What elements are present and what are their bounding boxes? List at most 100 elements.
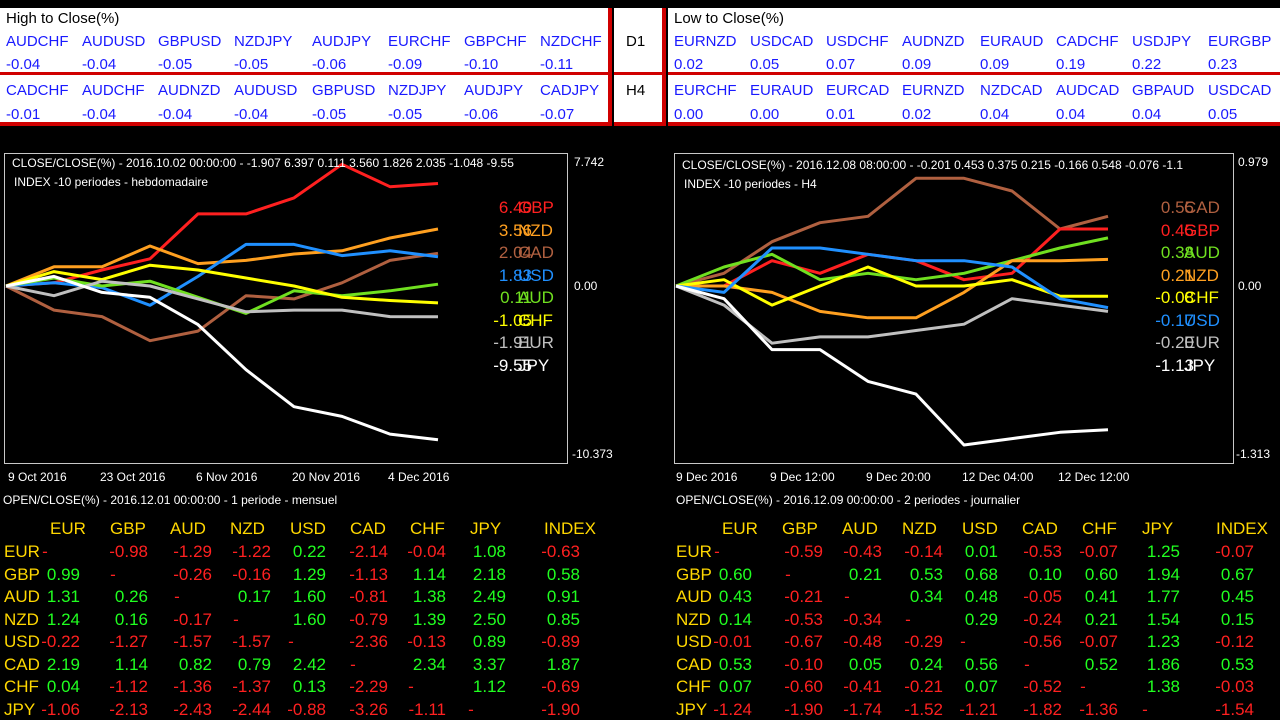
table-cell: 0.21 — [1084, 609, 1118, 629]
table-column-header-gbp: GBP — [110, 519, 146, 538]
table-cell: 0.04 — [46, 677, 80, 696]
table-cell: 0.53 — [1220, 654, 1254, 674]
table-cell: 0.89 — [472, 632, 506, 651]
table-cell: -0.07 — [1215, 542, 1254, 561]
table-cell: - — [1142, 699, 1148, 719]
table-cell: 0.41 — [1084, 587, 1118, 606]
table-cell: -0.69 — [541, 677, 580, 696]
table-cell: -0.41 — [843, 677, 882, 696]
table-cell: -0.12 — [1215, 632, 1254, 651]
table-cell: -1.06 — [41, 699, 80, 719]
table-cell: 2.18 — [472, 564, 506, 584]
table-column-header-usd: USD — [962, 519, 998, 538]
x-axis-date-label: 9 Dec 20:00 — [866, 470, 931, 484]
table-cell: 0.14 — [718, 609, 752, 629]
table-cell: 0.53 — [718, 654, 752, 674]
table-cell: 0.91 — [546, 587, 580, 606]
table-cell: 2.49 — [472, 587, 506, 606]
table-cell: 0.67 — [1220, 564, 1254, 584]
table-cell: - — [844, 587, 850, 606]
table-cell: 1.12 — [472, 677, 506, 696]
table-column-header-aud: AUD — [170, 519, 206, 538]
table-cell: -0.63 — [541, 542, 580, 561]
legend-currency-gbp: GBP — [1184, 220, 1220, 240]
table-cell: 0.52 — [1084, 654, 1118, 674]
table-cell: 1.60 — [292, 587, 326, 606]
table-column-header-eur: EUR — [50, 519, 86, 538]
table-cell: 1.14 — [114, 654, 148, 674]
table-cell: 0.48 — [964, 587, 998, 606]
table-cell: -1.21 — [959, 699, 998, 719]
table-cell: 1.29 — [292, 564, 326, 584]
table-cell: - — [960, 632, 966, 651]
table-cell: 0.58 — [546, 564, 580, 584]
x-axis-date-label: 12 Dec 12:00 — [1058, 470, 1130, 484]
table-monthly-caption: OPEN/CLOSE(%) - 2016.12.01 00:00:00 - 1 … — [3, 493, 338, 507]
table-daily-caption: OPEN/CLOSE(%) - 2016.12.09 00:00:00 - 2 … — [676, 493, 1021, 507]
table-cell: - — [714, 542, 720, 561]
series-line-jpy — [675, 284, 1109, 447]
table-cell: -0.89 — [541, 632, 580, 651]
table-column-header-usd: USD — [290, 519, 326, 538]
chart-h4-scale-zero: 0.00 — [1238, 279, 1262, 293]
table-cell: -0.88 — [287, 699, 326, 719]
table-cell: -1.27 — [109, 632, 148, 651]
table-column-header-jpy: JPY — [1142, 519, 1174, 538]
table-cell: 0.60 — [718, 564, 752, 584]
table-cell: -0.22 — [41, 632, 80, 651]
table-cell: 1.87 — [546, 654, 580, 674]
table-column-header-chf: CHF — [1082, 519, 1117, 538]
table-cell: -1.36 — [1079, 699, 1118, 719]
table-cell: 0.26 — [114, 587, 148, 606]
table-cell: -1.24 — [713, 699, 752, 719]
table-cell: 0.22 — [292, 542, 326, 561]
series-line-cad — [675, 176, 1109, 288]
table-cell: 0.07 — [964, 677, 998, 696]
table-cell: -0.03 — [1215, 677, 1254, 696]
table-cell: -0.01 — [713, 632, 752, 651]
legend-currency-nzd: NZD — [1184, 265, 1219, 285]
table-column-header-cad: CAD — [350, 519, 386, 538]
x-axis-date-label: 12 Dec 04:00 — [962, 470, 1034, 484]
legend-currency-usd: USD — [1184, 310, 1220, 330]
table-column-header-jpy: JPY — [470, 519, 502, 538]
table-cell: -1.90 — [541, 699, 580, 719]
table-cell: -0.34 — [843, 609, 882, 629]
table-column-header-cad: CAD — [1022, 519, 1058, 538]
table-cell: 0.56 — [964, 654, 998, 674]
table-cell: -0.48 — [843, 632, 882, 651]
table-cell: -1.74 — [843, 699, 882, 719]
table-cell: 1.31 — [46, 587, 80, 606]
table-column-header-aud: AUD — [842, 519, 878, 538]
table-cell: 0.45 — [1220, 587, 1254, 606]
table-cell: 0.99 — [46, 564, 80, 584]
legend-currency-eur: EUR — [1184, 333, 1220, 352]
table-cell: 0.07 — [718, 677, 752, 696]
table-cell: 1.23 — [1146, 632, 1180, 651]
table-column-header-index: INDEX — [1216, 519, 1268, 538]
table-cell: 1.08 — [472, 542, 506, 561]
legend-currency-cad: CAD — [1184, 198, 1220, 217]
table-cell: - — [1080, 677, 1086, 696]
table-cell: - — [468, 699, 474, 719]
table-cell: 0.43 — [718, 587, 752, 606]
chart-h4-subtitle: INDEX -10 periodes - H4 — [684, 177, 817, 191]
table-cell: -0.07 — [1079, 632, 1118, 651]
table-cell: 0.85 — [546, 609, 580, 629]
table-cell: 0.21 — [848, 564, 882, 584]
table-cell: 0.60 — [1084, 564, 1118, 584]
table-column-header-gbp: GBP — [782, 519, 818, 538]
table-cell: 1.77 — [1146, 587, 1180, 606]
table-cell: -1.54 — [1215, 699, 1254, 719]
table-cell: 2.42 — [292, 654, 326, 674]
table-cell: 1.25 — [1146, 542, 1180, 561]
table-cell: 1.24 — [46, 609, 80, 629]
chart-h4-scale-bottom: -1.313 — [1236, 447, 1271, 461]
x-axis-date-label: 9 Dec 2016 — [676, 470, 738, 484]
table-cell: 0.01 — [964, 542, 998, 561]
table-cell: 0.16 — [114, 609, 148, 629]
table-cell: -0.98 — [109, 542, 148, 561]
chart-h4-scale-top: 0.979 — [1238, 155, 1269, 169]
table-cell: 1.60 — [292, 609, 326, 629]
table-cell: -2.13 — [109, 699, 148, 719]
